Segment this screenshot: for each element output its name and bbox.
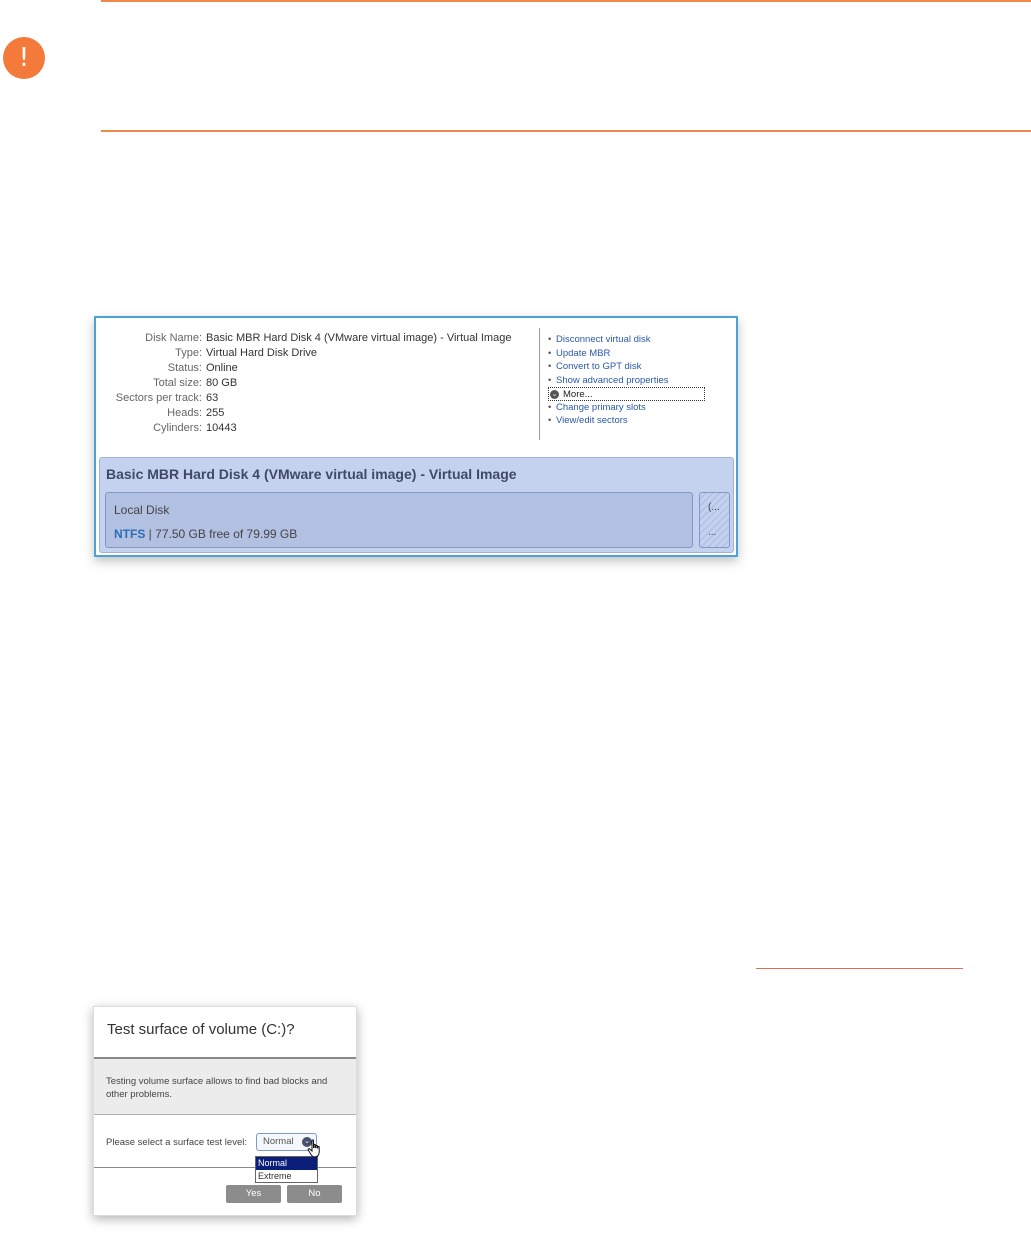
no-button[interactable]: No	[287, 1185, 342, 1203]
chevron-down-icon: ⌄	[550, 390, 559, 399]
view-edit-sectors-link[interactable]: • View/edit sectors	[548, 414, 728, 428]
volume-free-space: 77.50 GB free of 79.99 GB	[155, 527, 298, 541]
disk-actions-list: • Disconnect virtual disk • Update MBR • Co…	[548, 333, 728, 428]
callout-top-rule	[101, 0, 1031, 2]
show-advanced-properties-link[interactable]: • Show advanced properties	[548, 374, 728, 388]
local-disk-volume[interactable]: Local Disk NTFS | 77.50 GB free of 79.99…	[105, 492, 693, 548]
vertical-divider	[539, 328, 540, 440]
prop-status: Status: Online	[167, 362, 238, 374]
yes-button[interactable]: Yes	[226, 1185, 281, 1203]
exclamation-icon: !	[3, 37, 45, 79]
disk-properties-list: Disk Name: Basic MBR Hard Disk 4 (VMware…	[96, 331, 536, 436]
disconnect-virtual-disk-link[interactable]: • Disconnect virtual disk	[548, 333, 728, 347]
dialog-description-panel: Testing volume surface allows to find ba…	[94, 1057, 356, 1115]
more-menu-button[interactable]: ⌄ More...	[548, 387, 705, 401]
callout-bottom-rule	[101, 130, 1031, 132]
prop-heads: Heads: 255	[167, 407, 225, 419]
volume-name: Local Disk	[114, 503, 170, 517]
surface-level-options: Normal Extreme	[255, 1156, 318, 1183]
unallocated-space-block[interactable]: (... ...	[699, 492, 730, 548]
dialog-description: Testing volume surface allows to find ba…	[106, 1076, 328, 1100]
filesystem-label: NTFS	[114, 527, 146, 541]
prop-disk-name: Disk Name: Basic MBR Hard Disk 4 (VMware…	[145, 332, 512, 344]
disk-properties-screenshot: Disk Name: Basic MBR Hard Disk 4 (VMware…	[94, 316, 738, 557]
hand-cursor-icon	[307, 1139, 320, 1158]
update-mbr-link[interactable]: • Update MBR	[548, 347, 728, 361]
prop-cylinders: Cylinders: 10443	[153, 422, 237, 434]
link-underline	[756, 968, 963, 969]
test-surface-dialog: Test surface of volume (C:)? Testing vol…	[93, 1006, 357, 1216]
disk-map-panel[interactable]: Basic MBR Hard Disk 4 (VMware virtual im…	[99, 457, 734, 553]
surface-level-label: Please select a surface test level:	[106, 1137, 247, 1148]
volume-info: NTFS | 77.50 GB free of 79.99 GB	[114, 527, 298, 541]
prop-total-size: Total size: 80 GB	[153, 377, 238, 389]
option-extreme[interactable]: Extreme	[256, 1170, 317, 1183]
dialog-title: Test surface of volume (C:)?	[107, 1021, 295, 1038]
prop-sectors: Sectors per track: 63	[115, 392, 219, 404]
change-primary-slots-link[interactable]: • Change primary slots	[548, 401, 728, 415]
disk-title: Basic MBR Hard Disk 4 (VMware virtual im…	[106, 466, 517, 482]
convert-to-gpt-link[interactable]: • Convert to GPT disk	[548, 360, 728, 374]
prop-type: Type: Virtual Hard Disk Drive	[175, 347, 318, 359]
